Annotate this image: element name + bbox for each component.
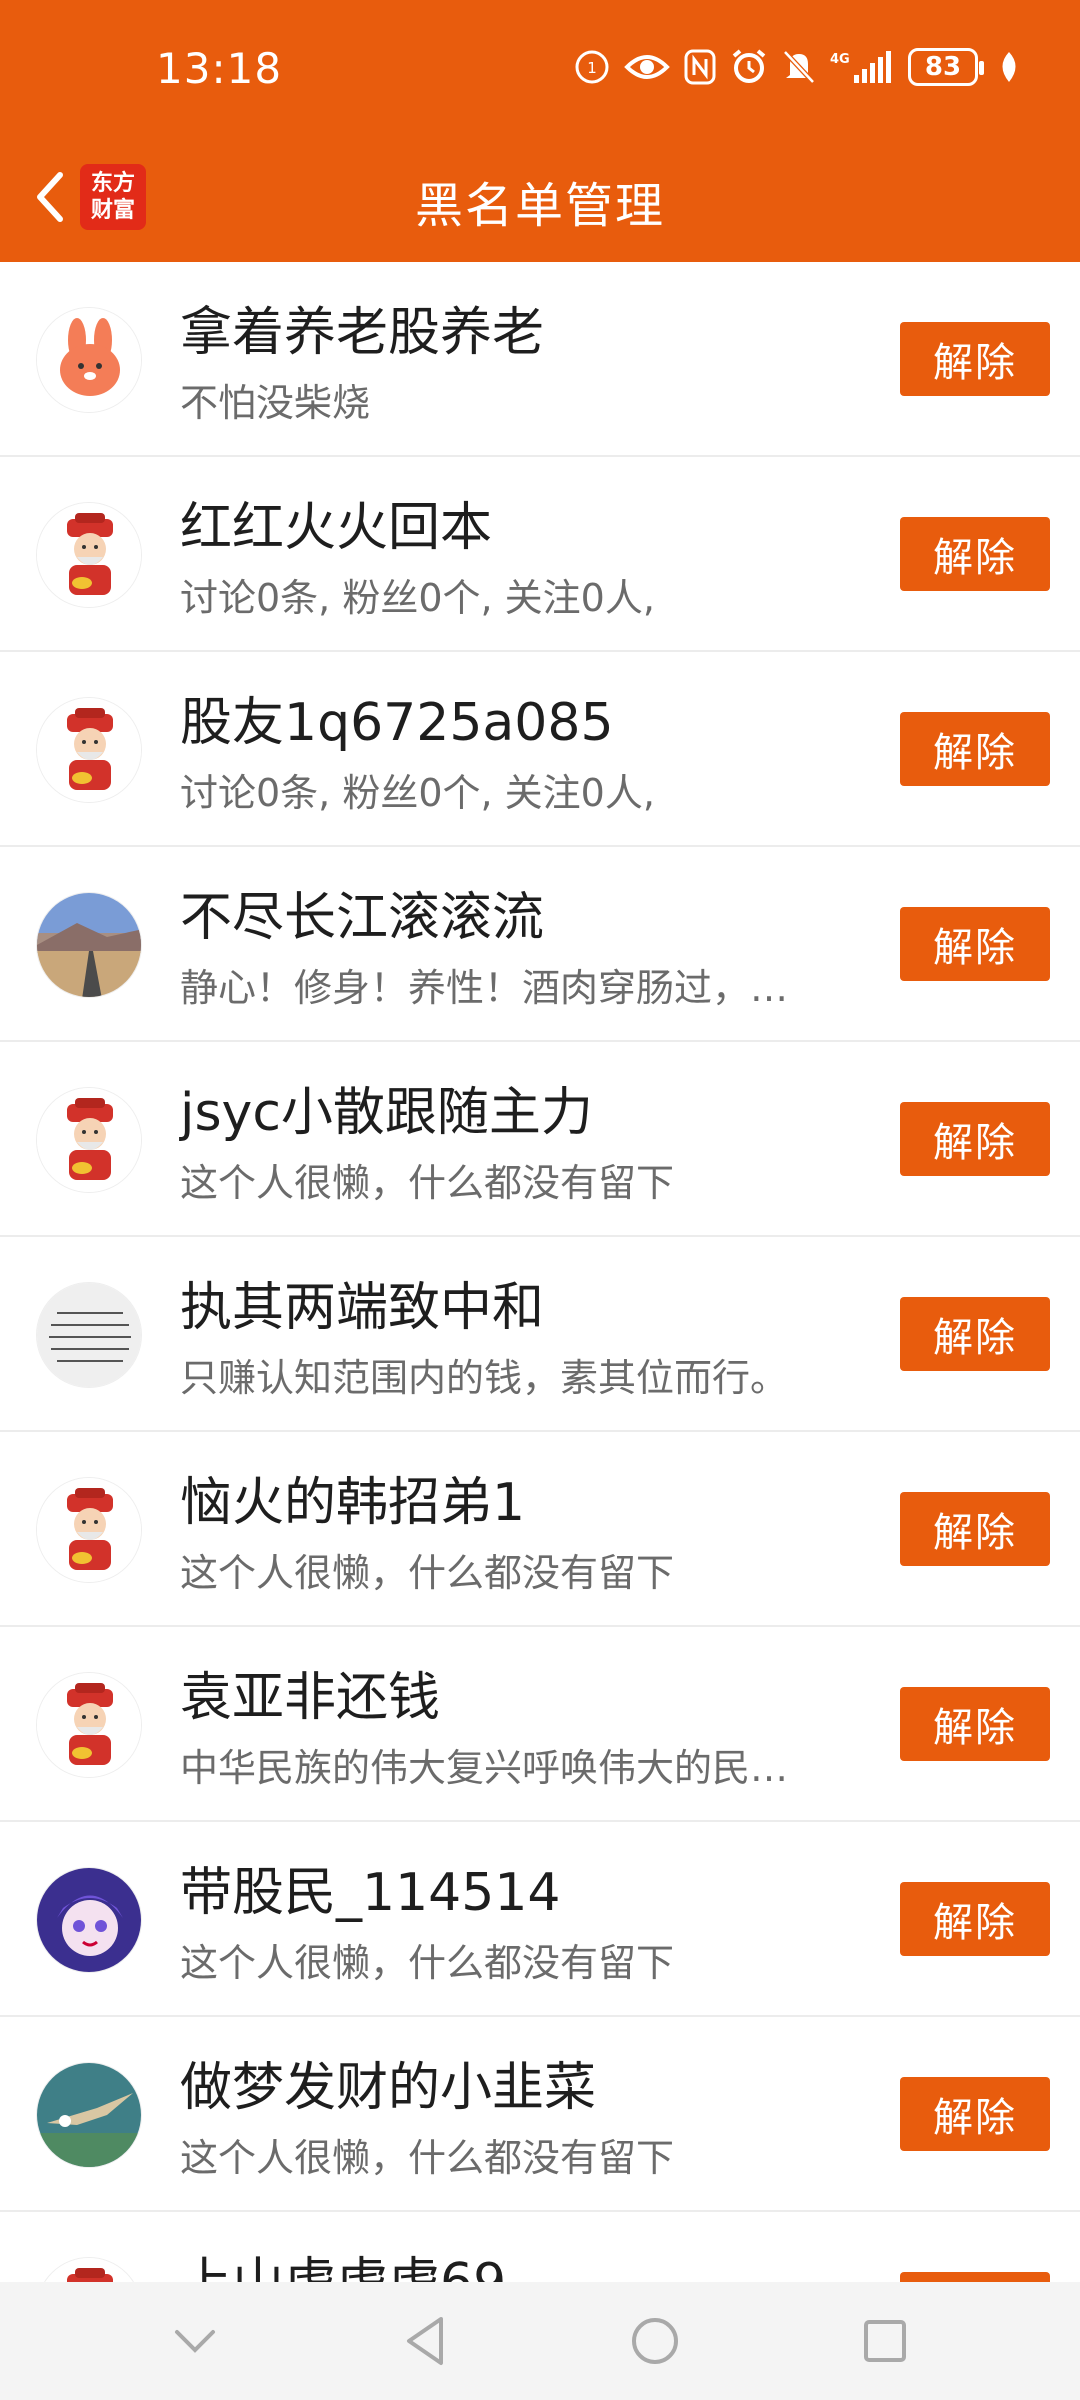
unblock-button[interactable]: 解除 xyxy=(900,1492,1050,1566)
list-item[interactable]: jsyc小散跟随主力这个人很懒，什么都没有留下 解除 xyxy=(0,1042,1080,1237)
unblock-button[interactable]: 解除 xyxy=(900,517,1050,591)
leaf-icon xyxy=(998,50,1020,84)
user-description: 中华民族的伟大复兴呼唤伟大的民… xyxy=(180,1746,789,1790)
avatar[interactable] xyxy=(36,1282,142,1388)
system-nav-bar xyxy=(0,2282,1080,2400)
battery-icon: 83 xyxy=(908,48,984,86)
hd-icon: 1 xyxy=(574,49,610,85)
user-description: 只赚认知范围内的钱，素其位而行。 xyxy=(180,1356,789,1400)
user-description: 不怕没柴烧 xyxy=(180,381,371,425)
user-description: 讨论0条, 粉丝0个, 关注0人, xyxy=(180,771,655,815)
avatar[interactable] xyxy=(36,1477,142,1583)
unblock-button[interactable]: 解除 xyxy=(900,712,1050,786)
circle-home-icon xyxy=(632,2318,678,2364)
avatar[interactable] xyxy=(36,2062,142,2168)
list-item[interactable]: 袁亚非还钱中华民族的伟大复兴呼唤伟大的民… 解除 xyxy=(0,1627,1080,1822)
user-name[interactable]: 恼火的韩招弟1 xyxy=(180,1460,525,1535)
user-description: 这个人很懒，什么都没有留下 xyxy=(180,1161,675,1205)
status-icons: 1 4G 83 xyxy=(574,48,1020,86)
nav-back-button[interactable] xyxy=(385,2301,465,2381)
avatar[interactable] xyxy=(36,892,142,998)
user-description: 这个人很懒，什么都没有留下 xyxy=(180,2136,675,2180)
list-item[interactable]: 拿着养老股养老不怕没柴烧 解除 xyxy=(0,262,1080,457)
mute-icon xyxy=(782,49,816,85)
status-time: 13:18 xyxy=(156,44,283,93)
user-name[interactable]: 不尽长江滚滚流 xyxy=(180,875,544,950)
eye-icon xyxy=(624,50,670,84)
alarm-icon xyxy=(730,48,768,86)
unblock-button[interactable]: 解除 xyxy=(900,1297,1050,1371)
list-item[interactable]: 恼火的韩招弟1 这个人很懒，什么都没有留下 解除 xyxy=(0,1432,1080,1627)
avatar[interactable] xyxy=(36,1087,142,1193)
triangle-back-icon xyxy=(407,2317,443,2365)
unblock-button[interactable]: 解除 xyxy=(900,2077,1050,2151)
user-name[interactable]: 股友1q6725a085 xyxy=(180,680,614,755)
list-item[interactable]: 不尽长江滚滚流静心！修身！养性！酒肉穿肠过，… 解除 xyxy=(0,847,1080,1042)
nav-recents-button[interactable] xyxy=(845,2301,925,2381)
unblock-button[interactable]: 解除 xyxy=(900,1687,1050,1761)
user-name[interactable]: 红红火火回本 xyxy=(180,485,492,560)
page-title: 黑名单管理 xyxy=(414,178,665,234)
user-name[interactable]: 带股民_114514 xyxy=(180,1850,561,1925)
list-item[interactable]: 做梦发财的小韭菜这个人很懒，什么都没有留下 解除 xyxy=(0,2017,1080,2212)
blacklist: 拿着养老股养老 不怕没柴烧 解除 红红火火回本 讨论0条, 粉丝0个, 关注0人, 解除股… xyxy=(0,262,1080,2400)
hide-keyboard-button[interactable] xyxy=(155,2301,235,2381)
user-description: 这个人很懒，什么都没有留下 xyxy=(180,1941,675,1985)
nfc-icon xyxy=(684,49,716,85)
user-description: 讨论0条, 粉丝0个, 关注0人, xyxy=(180,576,655,620)
list-item[interactable]: 红红火火回本讨论0条, 粉丝0个, 关注0人, 解除 xyxy=(0,457,1080,652)
svg-text:1: 1 xyxy=(587,59,597,77)
user-name[interactable]: 袁亚非还钱 xyxy=(180,1655,440,1730)
list-item[interactable]: 带股民_114514 这个人很懒，什么都没有留下 解除 xyxy=(0,1822,1080,2017)
avatar[interactable] xyxy=(36,1672,142,1778)
avatar[interactable] xyxy=(36,1867,142,1973)
avatar[interactable] xyxy=(36,307,142,413)
user-name[interactable]: 拿着养老股养老 xyxy=(180,290,544,365)
nav-home-button[interactable] xyxy=(615,2301,695,2381)
signal-icon: 4G xyxy=(830,49,894,85)
unblock-button[interactable]: 解除 xyxy=(900,907,1050,981)
user-description: 这个人很懒，什么都没有留下 xyxy=(180,1551,675,1595)
user-name[interactable]: 执其两端致中和 xyxy=(180,1265,544,1340)
list-item[interactable]: 股友1q6725a085 讨论0条, 粉丝0个, 关注0人, 解除 xyxy=(0,652,1080,847)
user-description: 静心！修身！养性！酒肉穿肠过，… xyxy=(180,966,789,1010)
unblock-button[interactable]: 解除 xyxy=(900,322,1050,396)
square-recents-icon xyxy=(864,2320,906,2362)
user-name[interactable]: 做梦发财的小韭菜 xyxy=(180,2045,596,2120)
svg-text:4G: 4G xyxy=(830,52,850,67)
avatar[interactable] xyxy=(36,502,142,608)
list-item[interactable]: 执其两端致中和只赚认知范围内的钱，素其位而行。 解除 xyxy=(0,1237,1080,1432)
header: 东方 财富 黑名单管理 xyxy=(0,140,1080,262)
unblock-button[interactable]: 解除 xyxy=(900,1882,1050,1956)
avatar[interactable] xyxy=(36,697,142,803)
status-bar: 13:18 1 4G 83 xyxy=(0,0,1080,140)
unblock-button[interactable]: 解除 xyxy=(900,1102,1050,1176)
chevron-down-icon xyxy=(175,2330,215,2353)
user-name[interactable]: jsyc小散跟随主力 xyxy=(180,1070,593,1145)
